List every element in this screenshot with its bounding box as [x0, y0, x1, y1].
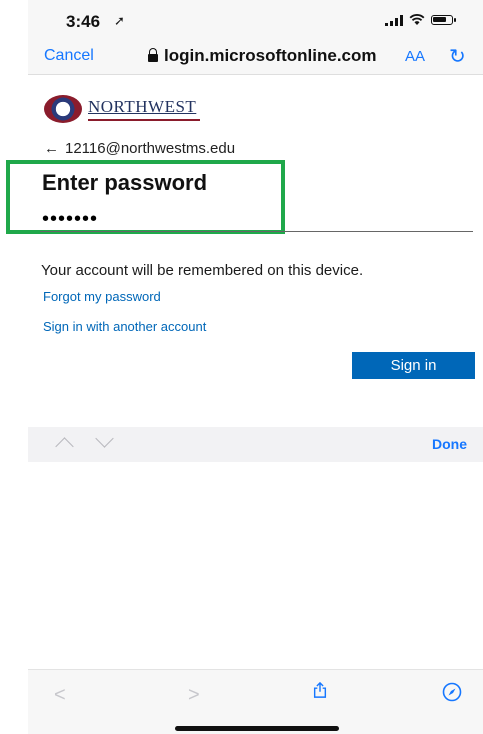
done-button[interactable]: Done	[432, 436, 467, 452]
refresh-icon[interactable]: ↻	[449, 44, 466, 69]
address-bar[interactable]: login.microsoftonline.com	[148, 46, 377, 66]
cancel-button[interactable]: Cancel	[44, 47, 94, 65]
account-email: 12116@northwestms.edu	[65, 140, 236, 157]
wifi-icon	[409, 14, 425, 25]
status-icons	[385, 14, 456, 26]
logo-name: NORTHWEST	[88, 97, 197, 116]
text-size-button[interactable]: AA	[405, 48, 425, 65]
remember-notice: Your account will be remembered on this …	[41, 262, 364, 279]
logo-underline	[88, 119, 200, 121]
password-input[interactable]	[40, 208, 473, 232]
sign-in-another-account-link[interactable]: Sign in with another account	[43, 319, 206, 334]
share-icon[interactable]	[312, 682, 328, 698]
cellular-signal-icon	[385, 14, 403, 26]
back-icon[interactable]: <	[54, 684, 66, 707]
battery-icon	[431, 15, 456, 25]
chevron-up-icon[interactable]	[55, 437, 74, 456]
sign-in-button[interactable]: Sign in	[352, 352, 475, 379]
home-indicator	[175, 726, 339, 731]
location-arrow-icon: ➚	[114, 13, 125, 28]
browser-toolbar: < >	[28, 669, 483, 734]
account-back-row[interactable]: ← 12116@northwestms.edu	[44, 140, 235, 157]
url-text: login.microsoftonline.com	[164, 46, 377, 65]
seal-icon	[44, 95, 82, 123]
page-title: Enter password	[42, 170, 208, 195]
lock-icon	[148, 48, 158, 62]
keyboard-accessory-bar: Done	[28, 427, 483, 462]
browser-nav-bar: Cancel login.microsoftonline.com AA ↻	[28, 38, 483, 75]
back-arrow-icon[interactable]: ←	[44, 140, 59, 157]
forgot-password-link[interactable]: Forgot my password	[43, 289, 161, 304]
compass-icon[interactable]	[442, 682, 462, 702]
org-logo: NORTHWEST	[44, 95, 200, 123]
status-bar: 3:46 ➚	[28, 0, 483, 38]
forward-icon[interactable]: >	[188, 684, 200, 707]
status-time: 3:46	[66, 12, 101, 31]
chevron-down-icon[interactable]	[95, 429, 114, 448]
